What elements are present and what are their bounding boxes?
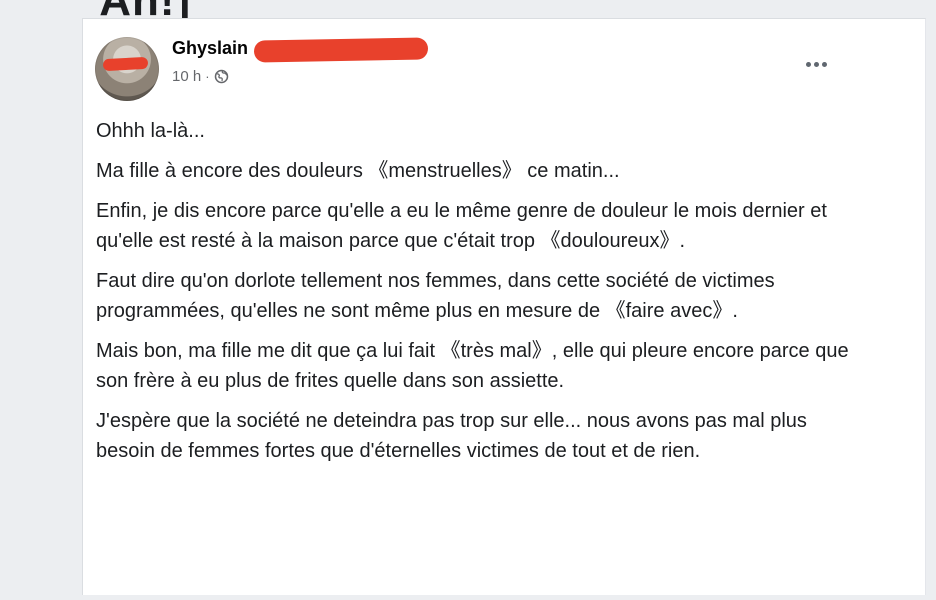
post-paragraph: Ma fille à encore des douleurs 《menstrue… xyxy=(96,160,620,182)
post-paragraph: Mais bon, ma fille me dit que ça lui fai… xyxy=(96,340,849,392)
post-paragraph: Enfin, je dis encore parce qu'elle a eu … xyxy=(96,200,827,252)
author-avatar[interactable] xyxy=(95,37,159,101)
post-paragraph: Ohhh la-là... xyxy=(96,120,205,142)
avatar-redaction xyxy=(102,56,149,72)
post-time[interactable]: 10 h xyxy=(172,68,201,85)
meta-separator: · xyxy=(205,69,210,84)
post-text: Ohhh la-là... Ma fille à encore des doul… xyxy=(96,116,856,476)
globe-icon xyxy=(214,69,228,84)
more-horizontal-icon xyxy=(805,61,827,67)
author-name[interactable]: Ghyslain xyxy=(172,38,248,59)
post-paragraph: J'espère que la société ne deteindra pas… xyxy=(96,410,807,462)
post-options-button[interactable] xyxy=(796,50,836,78)
post-meta: 10 h · xyxy=(172,68,229,85)
post-paragraph: Faut dire qu'on dorlote tellement nos fe… xyxy=(96,270,775,322)
author-name-redaction xyxy=(253,37,429,63)
screenshot-frame: ’Ah!] Ghyslain 10 h · Ohhh la-là... Ma f… xyxy=(0,0,936,600)
